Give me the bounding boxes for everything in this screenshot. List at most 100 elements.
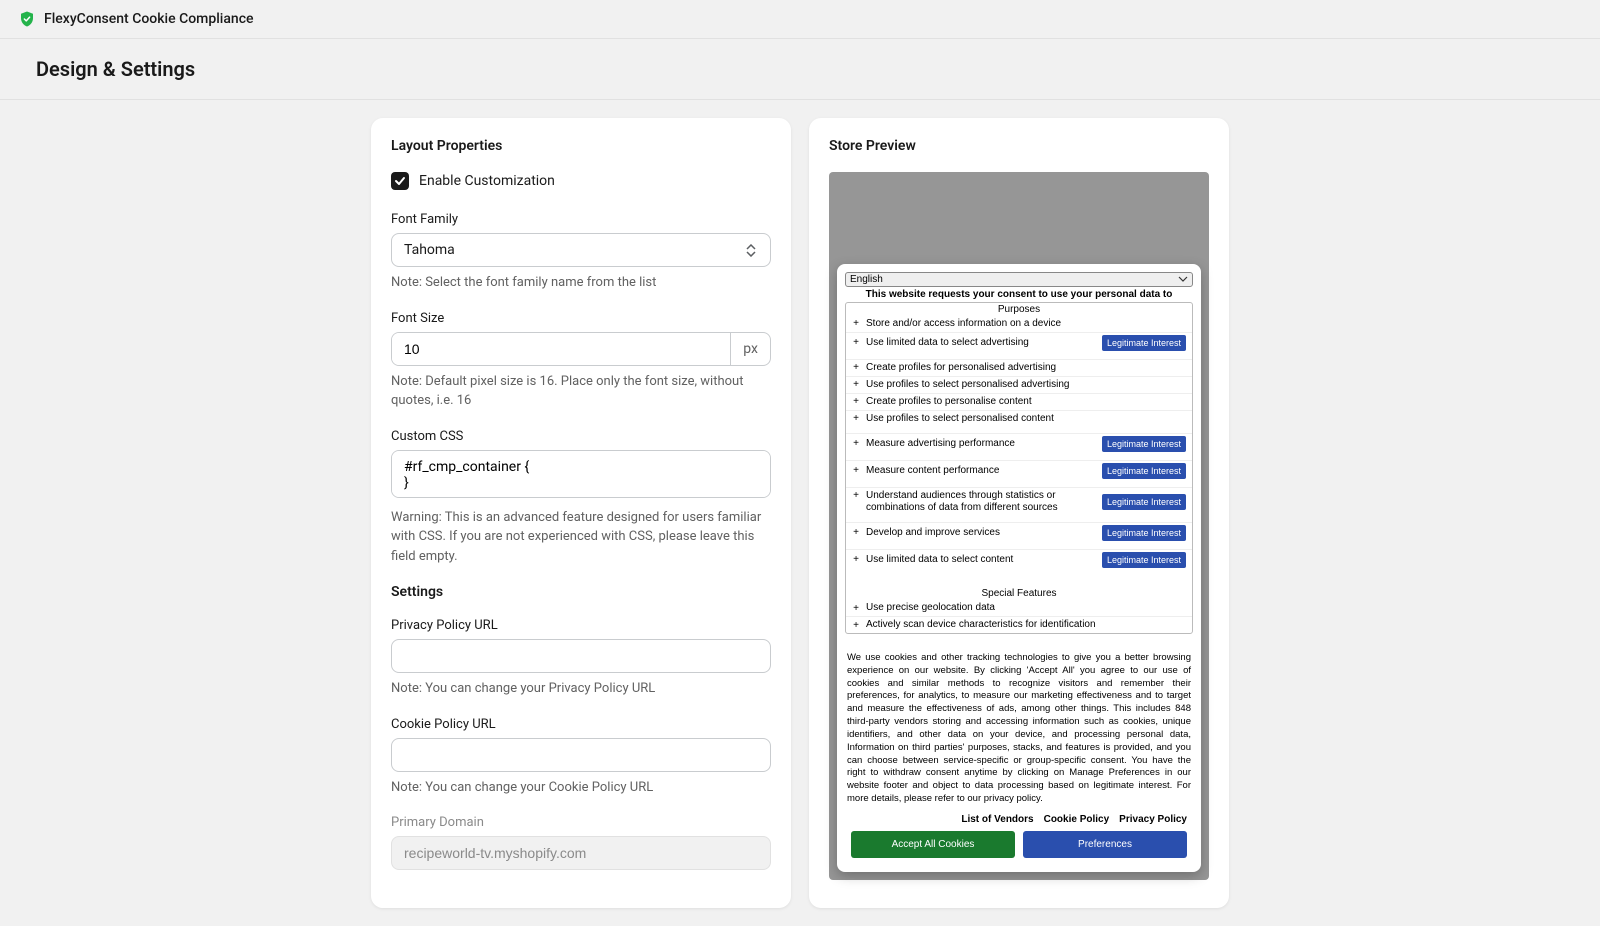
purpose-row: + Measure advertising performance Legitima… bbox=[846, 433, 1192, 454]
special-feature-row: + Use precise geolocation data bbox=[846, 600, 1192, 616]
consent-heading: This website requests your consent to us… bbox=[845, 289, 1193, 300]
font-family-value: Tahoma bbox=[404, 242, 455, 258]
cookie-url-note: Note: You can change your Cookie Policy … bbox=[391, 778, 771, 798]
consent-body-text: We use cookies and other tracking techno… bbox=[845, 652, 1193, 806]
page-title: Design & Settings bbox=[36, 57, 1564, 81]
privacy-policy-link[interactable]: Privacy Policy bbox=[1119, 814, 1187, 825]
purpose-label: Create profiles for personalised adverti… bbox=[866, 362, 1186, 374]
legitimate-interest-button[interactable]: Legitimate Interest bbox=[1102, 335, 1186, 351]
font-size-input-wrap: px bbox=[391, 332, 771, 366]
font-size-suffix: px bbox=[730, 333, 770, 365]
layout-section-title: Layout Properties bbox=[391, 138, 771, 154]
chevron-down-icon bbox=[1178, 274, 1188, 285]
settings-section-title: Settings bbox=[391, 584, 771, 600]
font-size-input[interactable] bbox=[392, 333, 730, 365]
legitimate-interest-button[interactable]: Legitimate Interest bbox=[1102, 436, 1186, 452]
purpose-row: +Use limited data to select contentLegit… bbox=[846, 549, 1192, 570]
cookie-url-input[interactable] bbox=[391, 738, 771, 772]
purposes-header: Purposes bbox=[846, 303, 1192, 316]
primary-domain-label: Primary Domain bbox=[391, 815, 771, 830]
purpose-row: + Understand audiences through statistics… bbox=[846, 487, 1192, 516]
purpose-label: Use limited data to select advertising bbox=[866, 337, 1096, 349]
purpose-label: Measure content performance bbox=[866, 465, 1096, 477]
purpose-row: + Measure content performance Legitimate I… bbox=[846, 460, 1192, 481]
custom-css-group: Custom CSS Warning: This is an advanced … bbox=[391, 429, 771, 567]
purpose-label: Create profiles to personalise content bbox=[866, 396, 1186, 408]
legitimate-interest-button[interactable]: Legitimate Interest bbox=[1102, 463, 1186, 479]
purposes-box: Purposes + Store and/or access informatio… bbox=[845, 302, 1193, 634]
consent-button-row: Accept All Cookies Preferences bbox=[845, 831, 1193, 864]
privacy-url-label: Privacy Policy URL bbox=[391, 618, 771, 633]
legitimate-interest-button[interactable]: Legitimate Interest bbox=[1102, 525, 1186, 541]
legitimate-interest-button[interactable]: Legitimate Interest bbox=[1102, 494, 1186, 510]
purpose-row: + Use limited data to select advertising L… bbox=[846, 332, 1192, 353]
custom-css-label: Custom CSS bbox=[391, 429, 771, 444]
consent-modal: English This website requests your conse… bbox=[837, 264, 1201, 872]
custom-css-textarea[interactable] bbox=[391, 450, 771, 498]
purpose-label: Use profiles to select personalised adve… bbox=[866, 379, 1186, 391]
expand-icon[interactable]: + bbox=[852, 603, 860, 614]
preferences-button[interactable]: Preferences bbox=[1023, 831, 1187, 858]
purpose-row: + Use profiles to select personalised adv… bbox=[846, 376, 1192, 393]
custom-css-note: Warning: This is an advanced feature des… bbox=[391, 508, 771, 567]
enable-customization-label: Enable Customization bbox=[419, 173, 555, 189]
special-feature-label: Use precise geolocation data bbox=[866, 602, 1186, 614]
page-header: Design & Settings bbox=[0, 39, 1600, 100]
accept-all-button[interactable]: Accept All Cookies bbox=[851, 831, 1015, 858]
expand-icon[interactable]: + bbox=[852, 620, 860, 631]
special-feature-label: Actively scan device characteristics for… bbox=[866, 619, 1186, 631]
cookie-url-group: Cookie Policy URL Note: You can change y… bbox=[391, 717, 771, 798]
language-value: English bbox=[850, 274, 883, 285]
language-select[interactable]: English bbox=[845, 272, 1193, 287]
expand-icon[interactable]: + bbox=[852, 554, 860, 565]
purpose-label: Use profiles to select personalised cont… bbox=[866, 413, 1186, 425]
purpose-label: Measure advertising performance bbox=[866, 438, 1096, 450]
select-stepper-icon bbox=[746, 244, 758, 257]
privacy-url-input[interactable] bbox=[391, 639, 771, 673]
preview-area: English This website requests your conse… bbox=[829, 172, 1209, 880]
font-size-label: Font Size bbox=[391, 311, 771, 326]
privacy-url-group: Privacy Policy URL Note: You can change … bbox=[391, 618, 771, 699]
enable-customization-row: Enable Customization bbox=[391, 172, 771, 190]
preview-title: Store Preview bbox=[829, 138, 1209, 154]
primary-domain-group: Primary Domain bbox=[391, 815, 771, 870]
purpose-label: Understand audiences through statistics … bbox=[866, 490, 1096, 514]
special-feature-row: + Actively scan device characteristics fo… bbox=[846, 616, 1192, 633]
app-top-bar: FlexyConsent Cookie Compliance bbox=[0, 0, 1600, 39]
enable-customization-checkbox[interactable] bbox=[391, 172, 409, 190]
cookie-url-label: Cookie Policy URL bbox=[391, 717, 771, 732]
font-family-note: Note: Select the font family name from t… bbox=[391, 273, 771, 293]
font-family-select[interactable]: Tahoma bbox=[391, 233, 771, 267]
purpose-row: + Create profiles to personalise content bbox=[846, 393, 1192, 410]
expand-icon[interactable]: + bbox=[852, 490, 860, 501]
expand-icon[interactable]: + bbox=[852, 465, 860, 476]
legitimate-interest-button[interactable]: Legitimate Interest bbox=[1102, 552, 1186, 568]
purpose-label: Develop and improve services bbox=[866, 527, 1096, 539]
expand-icon[interactable]: + bbox=[852, 379, 860, 390]
privacy-url-note: Note: You can change your Privacy Policy… bbox=[391, 679, 771, 699]
expand-icon[interactable]: + bbox=[852, 318, 860, 329]
consent-links-row: List of Vendors Cookie Policy Privacy Po… bbox=[845, 814, 1193, 825]
cookie-policy-link[interactable]: Cookie Policy bbox=[1044, 814, 1110, 825]
purpose-row: + Develop and improve services Legitimate … bbox=[846, 522, 1192, 543]
content-area: Layout Properties Enable Customization F… bbox=[0, 100, 1600, 926]
expand-icon[interactable]: + bbox=[852, 438, 860, 449]
shield-icon bbox=[18, 10, 36, 28]
expand-icon[interactable]: + bbox=[852, 527, 860, 538]
purpose-row: + Store and/or access information on a de… bbox=[846, 316, 1192, 332]
expand-icon[interactable]: + bbox=[852, 337, 860, 348]
store-preview-card: Store Preview English This website reque… bbox=[809, 118, 1229, 908]
special-features-header: Special Features bbox=[846, 588, 1192, 600]
purpose-row: + Create profiles for personalised advert… bbox=[846, 359, 1192, 376]
expand-icon[interactable]: + bbox=[852, 362, 860, 373]
expand-icon[interactable]: + bbox=[852, 413, 860, 424]
primary-domain-input bbox=[391, 836, 771, 870]
app-name: FlexyConsent Cookie Compliance bbox=[44, 11, 254, 27]
expand-icon[interactable]: + bbox=[852, 396, 860, 407]
layout-settings-card: Layout Properties Enable Customization F… bbox=[371, 118, 791, 908]
font-family-group: Font Family Tahoma Note: Select the font… bbox=[391, 212, 771, 293]
purpose-label: Store and/or access information on a dev… bbox=[866, 318, 1186, 330]
font-size-group: Font Size px Note: Default pixel size is… bbox=[391, 311, 771, 411]
purpose-row: + Use profiles to select personalised con… bbox=[846, 410, 1192, 427]
vendors-link[interactable]: List of Vendors bbox=[961, 814, 1033, 825]
